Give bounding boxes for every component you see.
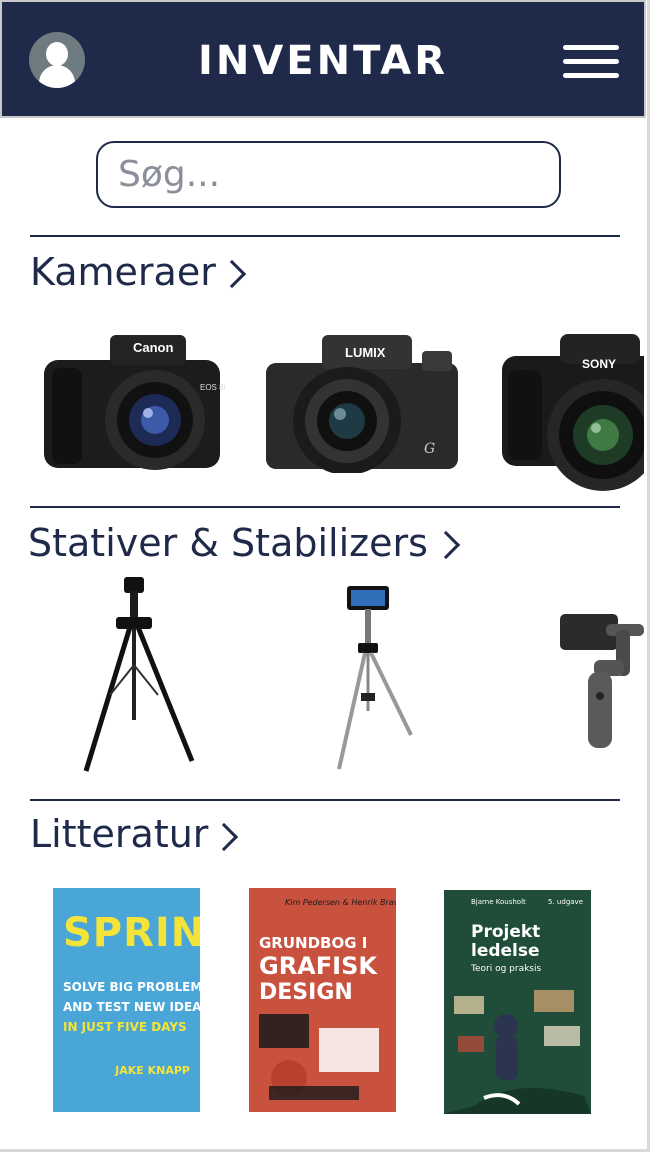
book-subtitle: AND TEST NEW IDEAS — [63, 1000, 200, 1014]
book-edition: 5. udgave — [548, 898, 583, 906]
section-title-stativer[interactable]: Stativer & Stabilizers — [28, 521, 428, 565]
camera-sony[interactable]: SONY — [498, 330, 644, 495]
menu-line — [563, 59, 619, 64]
book-grafisk-design[interactable]: Kim Pedersen & Henrik Bravig GRUNDBOG I … — [249, 888, 396, 1112]
camera-brand-label: Canon — [133, 340, 174, 355]
book-title: ledelse — [471, 941, 540, 961]
book-title: Projekt — [471, 922, 541, 942]
book-title: SPRINT — [63, 910, 200, 956]
menu-line — [563, 73, 619, 78]
book-cover-art — [444, 990, 591, 1114]
camera-model-label: EOS 80D — [200, 383, 225, 392]
app-header: INVENTAR — [0, 0, 646, 118]
book-subtitle: Teori og praksis — [471, 964, 542, 974]
page-title: INVENTAR — [197, 38, 449, 84]
camera-canon[interactable]: Canon EOS 80D — [40, 330, 225, 472]
section-divider — [30, 799, 620, 801]
camera-lumix[interactable]: LUMIX G — [262, 333, 462, 473]
camera-brand-label: SONY — [582, 357, 616, 371]
menu-line — [563, 45, 619, 50]
tripod-image[interactable] — [80, 575, 200, 775]
book-author: Bjarne Kousholt — [471, 898, 526, 906]
hamburger-menu-icon[interactable] — [563, 45, 619, 79]
section-title-kameraer[interactable]: Kameraer — [30, 250, 216, 294]
book-title: GRUNDBOG I — [259, 934, 368, 952]
section-title-litteratur[interactable]: Litteratur — [30, 812, 208, 856]
book-authors: Kim Pedersen & Henrik Bravig — [285, 898, 396, 907]
section-divider — [30, 235, 620, 237]
camera-model-label: G — [424, 441, 435, 457]
book-cover-art — [259, 1014, 379, 1100]
book-title: GRAFISK — [259, 952, 377, 980]
camera-brand-label: LUMIX — [345, 345, 386, 360]
phone-tripod-image[interactable] — [333, 583, 418, 773]
gimbal-image[interactable] — [556, 610, 644, 750]
book-title: DESIGN — [259, 980, 353, 1005]
book-sprint[interactable]: SPRINT SOLVE BIG PROBLEMS AND TEST NEW I… — [53, 888, 200, 1112]
book-subtitle: SOLVE BIG PROBLEMS — [63, 980, 200, 994]
book-subtitle: IN JUST FIVE DAYS — [63, 1020, 187, 1034]
book-projektledelse[interactable]: Bjarne Kousholt 5. udgave Projekt ledels… — [444, 890, 591, 1114]
section-divider — [30, 506, 620, 508]
book-author: JAKE KNAPP — [115, 1064, 190, 1077]
search-input[interactable] — [96, 141, 561, 208]
